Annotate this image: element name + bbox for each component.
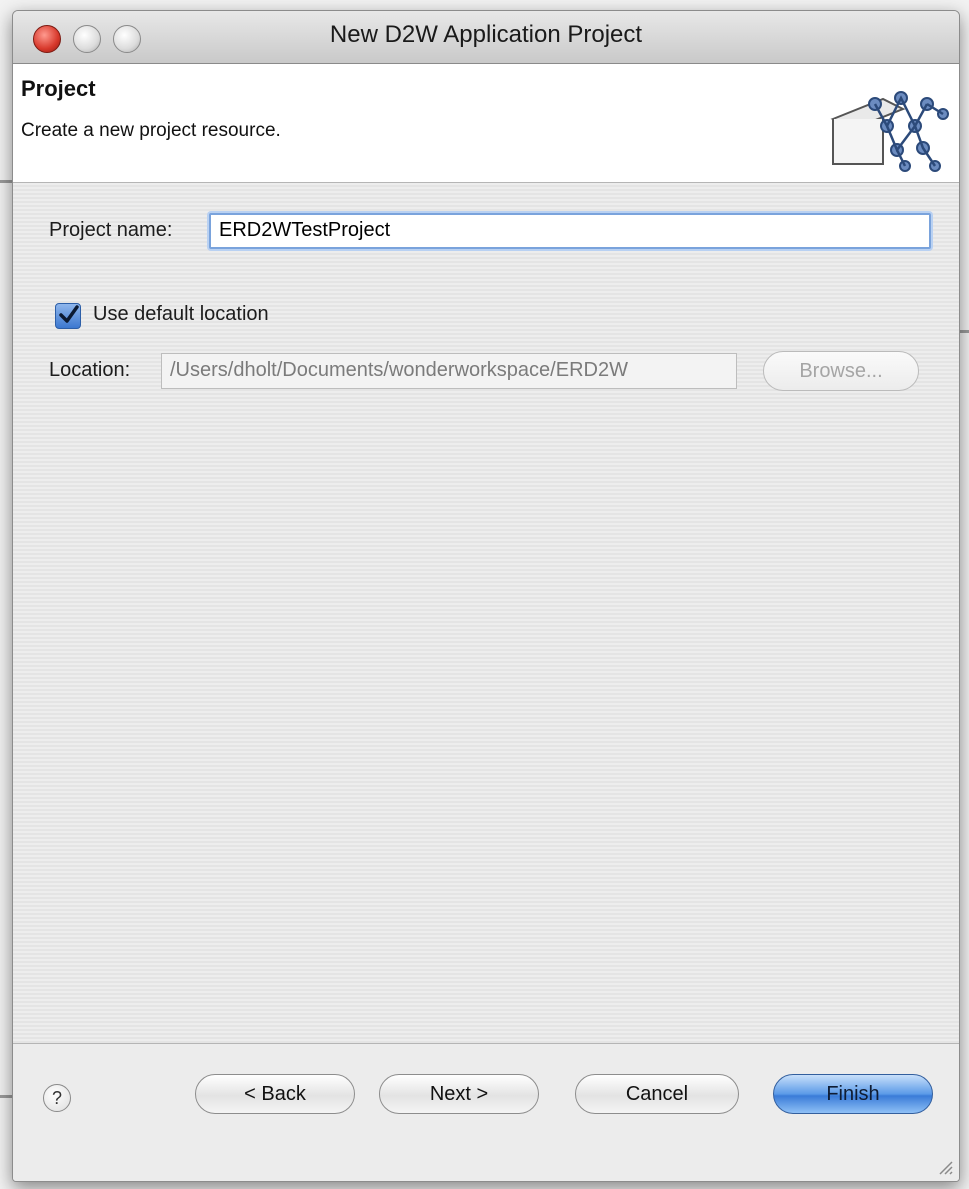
title-bar[interactable]: New D2W Application Project: [13, 11, 959, 64]
wizard-header: Project Create a new project resource.: [13, 64, 959, 183]
use-default-location-checkbox[interactable]: [55, 303, 81, 329]
project-name-label: Project name:: [49, 219, 173, 241]
next-button[interactable]: Next >: [379, 1074, 539, 1114]
help-icon[interactable]: ?: [43, 1084, 71, 1112]
page-description: Create a new project resource.: [21, 120, 281, 141]
project-name-input[interactable]: ERD2WTestProject: [209, 213, 931, 249]
finish-button[interactable]: Finish: [773, 1074, 933, 1114]
background-divider: [0, 180, 12, 183]
back-button[interactable]: < Back: [195, 1074, 355, 1114]
window-title: New D2W Application Project: [329, 21, 643, 48]
checkmark-icon: [59, 305, 79, 323]
location-label: Location:: [49, 359, 131, 381]
wizard-footer: ? < Back Next > Cancel Finish: [13, 1044, 959, 1181]
background-divider: [0, 1095, 12, 1098]
location-input[interactable]: /Users/dholt/Documents/wonderworkspace/E…: [161, 353, 737, 389]
use-default-location-label[interactable]: Use default location: [93, 303, 269, 326]
wizard-content: Project name: ERD2WTestProject Use defau…: [13, 183, 959, 1043]
wizard-banner-icon: [830, 91, 949, 172]
wizard-dialog: New D2W Application Project Project Crea…: [12, 10, 960, 1182]
browse-button[interactable]: Browse...: [763, 351, 919, 391]
page-title: Project: [21, 76, 96, 101]
cancel-button[interactable]: Cancel: [575, 1074, 739, 1114]
resize-grip-icon[interactable]: [935, 1157, 953, 1175]
